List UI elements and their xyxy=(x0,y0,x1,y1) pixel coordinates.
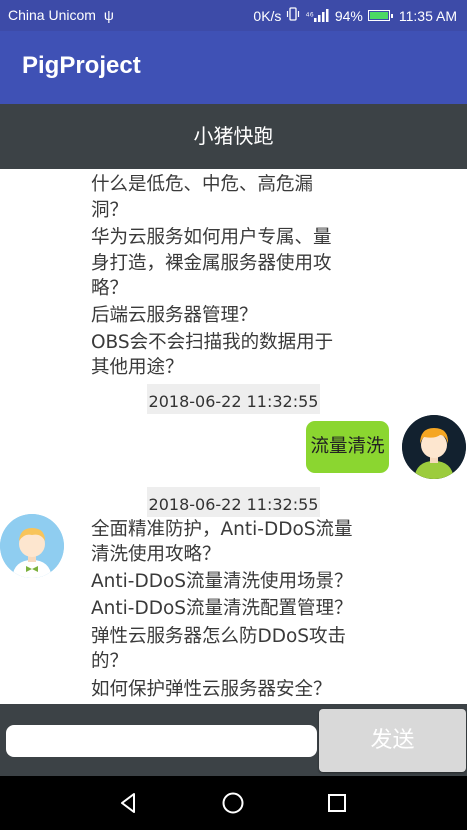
recents-icon[interactable] xyxy=(325,791,349,815)
bot-avatar[interactable] xyxy=(0,514,64,578)
signal-icon: ⁴⁶ xyxy=(305,9,329,22)
send-button[interactable]: 发送 xyxy=(319,709,466,772)
bot-message-line[interactable]: 全面精准防护，Anti-DDoS流量 xyxy=(91,517,376,543)
bot-message-line[interactable]: 的？ xyxy=(91,649,376,675)
message-input[interactable] xyxy=(6,725,317,757)
bot-message-line[interactable]: 如何保护弹性云服务器安全？ xyxy=(91,677,376,703)
bot-avatar-icon xyxy=(0,514,64,578)
bot-message-line[interactable]: 其他用途？ xyxy=(91,355,376,381)
chat-area[interactable]: 什么是低危、中危、高危漏 洞？ 华为云服务如何用户专属、量 身打造，裸金属服务器… xyxy=(0,169,467,704)
home-icon[interactable] xyxy=(221,791,245,815)
navigation-bar xyxy=(0,776,467,830)
vibrate-icon xyxy=(286,7,300,24)
bot-message-line[interactable]: 清洗使用攻略？ xyxy=(91,542,376,568)
bot-message-line[interactable]: 洞？ xyxy=(91,198,376,224)
user-message-bubble[interactable]: 流量清洗 xyxy=(306,421,389,473)
usb-icon: ψ xyxy=(103,7,114,23)
bot-message-line[interactable]: 后端云服务器管理？ xyxy=(91,303,376,329)
bot-message-line[interactable]: 弹性云服务器怎么防DDoS攻击 xyxy=(91,624,376,650)
message-timestamp: 2018-06-22 11:32:55 xyxy=(147,487,320,517)
clock: 11:35 AM xyxy=(398,7,457,24)
app-bar: PigProject xyxy=(0,31,467,104)
back-icon[interactable] xyxy=(117,791,141,815)
bot-message-line[interactable]: Anti-DDoS流量清洗配置管理？ xyxy=(91,596,376,622)
bot-message-line[interactable]: 略？ xyxy=(91,276,376,302)
bot-message-line[interactable]: OBS会不会扫描我的数据用于 xyxy=(91,330,376,356)
signal-type: ⁴⁶ xyxy=(305,11,314,22)
status-bar: China Unicom ψ 0K/s ⁴⁶ 94% 11:35 AM xyxy=(0,0,467,31)
message-timestamp: 2018-06-22 11:32:55 xyxy=(147,384,320,414)
app-title: PigProject xyxy=(22,52,141,79)
status-right: 0K/s ⁴⁶ 94% 11:35 AM xyxy=(253,7,457,24)
status-left: China Unicom ψ xyxy=(8,7,114,23)
battery-percent: 94% xyxy=(334,7,363,24)
user-avatar[interactable] xyxy=(402,415,466,479)
network-speed: 0K/s xyxy=(253,7,282,24)
bot-message-line[interactable]: Anti-DDoS流量清洗使用场景？ xyxy=(91,569,376,595)
user-avatar-icon xyxy=(402,415,466,479)
chat-header: 小猪快跑 xyxy=(0,104,467,169)
carrier-label: China Unicom xyxy=(8,7,96,23)
bot-message-line[interactable]: 华为云服务如何用户专属、量 xyxy=(91,225,376,251)
bot-message-line[interactable]: 什么是低危、中危、高危漏 xyxy=(91,172,376,198)
bot-message-line[interactable]: 身打造，裸金属服务器使用攻 xyxy=(91,251,376,277)
battery-icon xyxy=(367,10,393,21)
input-bar: 发送 xyxy=(0,704,467,776)
